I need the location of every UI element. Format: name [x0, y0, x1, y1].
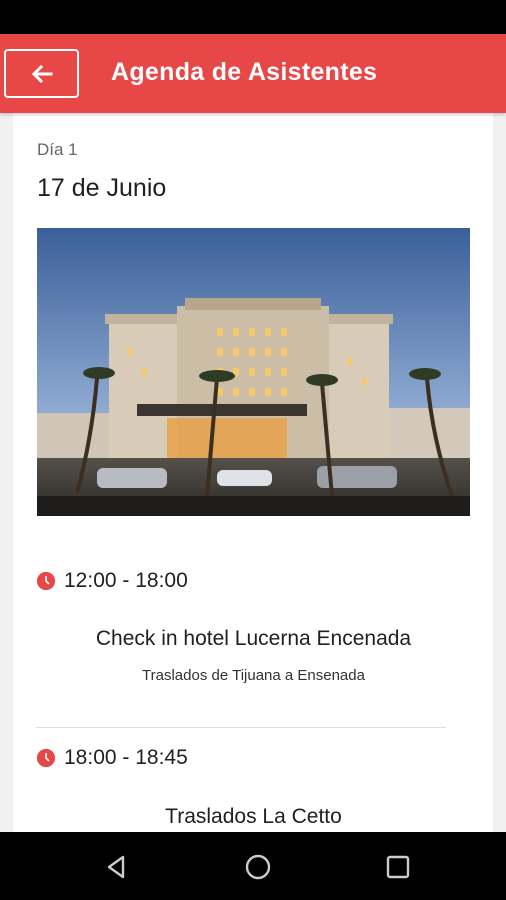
agenda-content[interactable]: Día 1 17 de Junio 12:00 - 18:00 Check in… — [0, 113, 506, 832]
system-nav-bar — [0, 832, 506, 900]
square-recents-icon — [386, 855, 410, 879]
clock-icon — [37, 749, 55, 767]
nav-home-button[interactable] — [243, 852, 273, 882]
nav-back-button[interactable] — [101, 852, 131, 882]
circle-home-icon — [245, 854, 271, 880]
event-time-row: 18:00 - 18:45 — [37, 745, 188, 771]
day-card: Día 1 17 de Junio 12:00 - 18:00 Check in… — [13, 113, 493, 832]
arrow-left-icon — [31, 64, 52, 83]
event-time-row: 12:00 - 18:00 — [37, 568, 188, 594]
triangle-back-icon — [107, 855, 125, 879]
back-button[interactable] — [4, 49, 79, 98]
hotel-photo — [37, 228, 470, 516]
event-time: 18:00 - 18:45 — [64, 746, 188, 769]
clock-icon — [37, 572, 55, 590]
event-item[interactable]: Check in hotel Lucerna Encenada Traslado… — [37, 625, 470, 695]
app-bar: Agenda de Asistentes — [0, 34, 506, 113]
event-title: Check in hotel Lucerna Encenada — [95, 627, 412, 650]
event-subtitle: Traslados de Tijuana a Ensenada — [142, 667, 365, 684]
event-item[interactable]: Traslados La Cetto — [37, 803, 470, 832]
event-time: 12:00 - 18:00 — [64, 569, 188, 592]
divider — [36, 727, 446, 728]
event-title: Traslados La Cetto — [165, 805, 342, 828]
day-label: Día 1 — [37, 140, 78, 159]
page-title: Agenda de Asistentes — [111, 58, 378, 86]
date-title: 17 de Junio — [37, 174, 167, 202]
nav-recents-button[interactable] — [383, 852, 413, 882]
status-bar — [0, 0, 506, 34]
